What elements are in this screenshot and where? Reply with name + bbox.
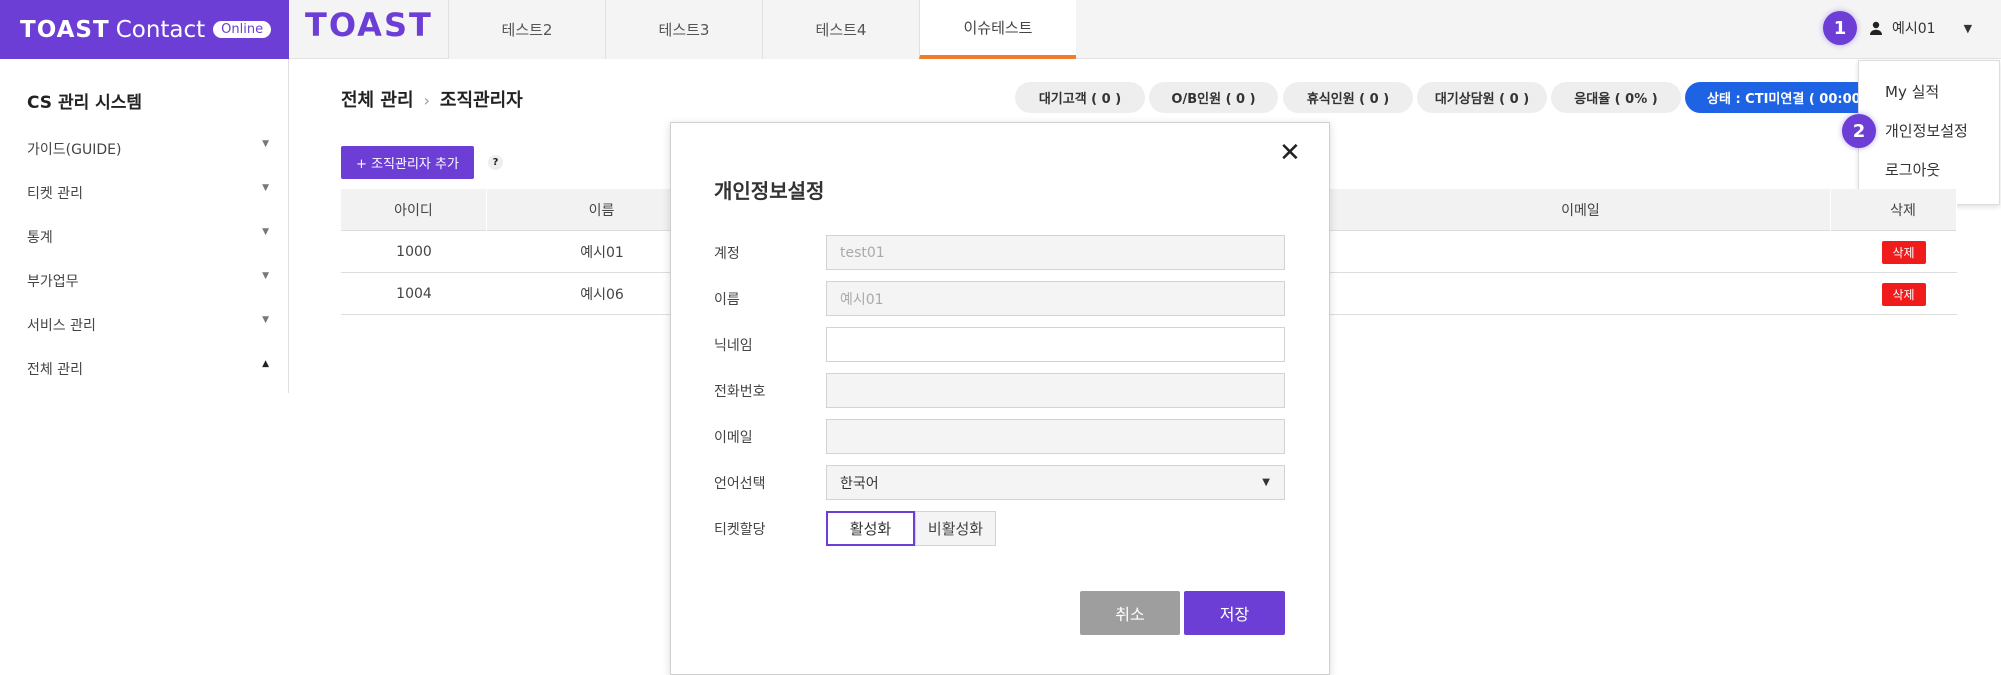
- sidebar-item-label: 부가업무: [27, 274, 79, 290]
- user-name: 예시01: [1892, 21, 1936, 37]
- sidebar-item-guide[interactable]: 가이드(GUIDE) ▼: [27, 139, 269, 159]
- column-header-email: 이메일: [1331, 189, 1831, 231]
- cell-id: 1000: [396, 244, 432, 260]
- secondary-logo: TOAST C: [305, 6, 447, 44]
- chevron-down-icon: ▼: [1262, 477, 1270, 488]
- add-org-admin-button[interactable]: + 조직관리자 추가: [341, 146, 474, 179]
- tab-test3[interactable]: 테스트3: [605, 0, 762, 59]
- chevron-down-icon: ▼: [262, 271, 269, 281]
- chevron-down-icon: ▼: [262, 139, 269, 149]
- pill-resting-staff: 휴식인원 ( 0 ): [1283, 82, 1413, 113]
- email-field[interactable]: [826, 419, 1285, 454]
- menu-item-logout[interactable]: 로그아웃: [1885, 159, 1940, 180]
- sidebar-item-label: 전체 관리: [27, 362, 83, 378]
- breadcrumb-parent[interactable]: 전체 관리: [341, 90, 414, 111]
- sidebar-title: CS 관리 시스템: [27, 93, 143, 113]
- account-field: test01: [826, 235, 1285, 270]
- nickname-field[interactable]: [826, 327, 1285, 362]
- tab-label: 테스트4: [815, 21, 867, 39]
- chevron-down-icon: ▼: [262, 183, 269, 193]
- label-email: 이메일: [714, 430, 753, 446]
- brand-logo-text: TOAST: [20, 16, 110, 43]
- pill-waiting-customers: 대기고객 ( 0 ): [1015, 82, 1145, 113]
- language-value: 한국어: [840, 475, 879, 492]
- personal-settings-dialog: 개인정보설정 ✕ 계정 test01 이름 예시01 닉네임 전화번호 이메일 …: [670, 122, 1330, 675]
- label-phone: 전화번호: [714, 384, 766, 400]
- user-dropdown-menu: My 실적 개인정보설정 로그아웃: [1858, 60, 2000, 205]
- label-account: 계정: [714, 246, 740, 262]
- sidebar-item-label: 통계: [27, 230, 53, 246]
- tab-test2[interactable]: 테스트2: [448, 0, 605, 59]
- menu-item-personal-settings[interactable]: 개인정보설정: [1885, 120, 1968, 141]
- step-marker-2: 2: [1842, 114, 1876, 148]
- sidebar-item-label: 가이드(GUIDE): [27, 142, 122, 158]
- online-badge: Online: [213, 21, 272, 38]
- chevron-down-icon: ▼: [262, 227, 269, 237]
- person-icon: [1870, 21, 1882, 35]
- chevron-down-icon: ▼: [262, 315, 269, 325]
- sidebar-item-admin[interactable]: 전체 관리 ▲: [27, 359, 269, 379]
- sidebar: CS 관리 시스템 가이드(GUIDE) ▼ 티켓 관리 ▼ 통계 ▼ 부가업무 ▼ 서…: [0, 59, 289, 393]
- label-language: 언어선택: [714, 476, 766, 492]
- column-header-delete: 삭제: [1850, 189, 1957, 231]
- cti-status-badge[interactable]: 상태 : CTI미연결 ( 00:00:00 ): [1685, 82, 1858, 113]
- column-header-id: 아이디: [341, 189, 487, 231]
- sidebar-item-extra-work[interactable]: 부가업무 ▼: [27, 271, 269, 291]
- phone-field[interactable]: [826, 373, 1285, 408]
- brand-product: Contact: [115, 16, 206, 43]
- label-ticket-assign: 티켓할당: [714, 522, 766, 538]
- sidebar-item-label: 티켓 관리: [27, 186, 83, 202]
- chevron-up-icon: ▲: [262, 359, 269, 369]
- close-icon[interactable]: ✕: [1279, 140, 1301, 166]
- tab-label: 이슈테스트: [963, 19, 1033, 37]
- tab-label: 테스트3: [658, 21, 710, 39]
- label-name: 이름: [714, 292, 740, 308]
- pill-waiting-agents: 대기상담원 ( 0 ): [1417, 82, 1547, 113]
- help-icon[interactable]: ?: [488, 155, 503, 170]
- delete-button[interactable]: 삭제: [1881, 240, 1926, 264]
- page-title: 조직관리자: [439, 90, 523, 111]
- ticket-disable-toggle[interactable]: 비활성화: [915, 511, 996, 546]
- top-bar: TOAST Contact Online TOAST C 테스트2 테스트3 테…: [0, 0, 2001, 59]
- cell-delete: 삭제: [1850, 231, 1957, 273]
- delete-button[interactable]: 삭제: [1881, 282, 1926, 306]
- cell-id: 1004: [396, 286, 432, 302]
- language-select[interactable]: 한국어 ▼: [826, 465, 1285, 500]
- sidebar-item-ticket[interactable]: 티켓 관리 ▼: [27, 183, 269, 203]
- label-nickname: 닉네임: [714, 338, 753, 354]
- brand-logo[interactable]: TOAST Contact Online: [0, 0, 289, 59]
- dialog-title: 개인정보설정: [714, 179, 825, 203]
- tab-label: 테스트2: [501, 21, 553, 39]
- name-field: 예시01: [826, 281, 1285, 316]
- breadcrumb-separator-icon: ›: [423, 91, 430, 110]
- cancel-button[interactable]: 취소: [1080, 591, 1180, 635]
- tab-test4[interactable]: 테스트4: [762, 0, 919, 59]
- breadcrumb: 전체 관리 › 조직관리자: [341, 86, 523, 112]
- user-menu-toggle[interactable]: 예시01 ▼: [1868, 16, 1972, 40]
- menu-item-my-performance[interactable]: My 실적: [1885, 81, 1939, 102]
- sidebar-item-label: 서비스 관리: [27, 318, 96, 334]
- ticket-enable-toggle[interactable]: 활성화: [826, 511, 915, 546]
- save-button[interactable]: 저장: [1184, 591, 1285, 635]
- pill-ob-staff: O/B인원 ( 0 ): [1149, 82, 1278, 113]
- sidebar-item-service[interactable]: 서비스 관리 ▼: [27, 315, 269, 335]
- chevron-down-icon: ▼: [1963, 21, 1973, 35]
- sidebar-item-stats[interactable]: 통계 ▼: [27, 227, 269, 247]
- cell-delete: 삭제: [1850, 273, 1957, 315]
- step-marker-1: 1: [1823, 11, 1857, 45]
- pill-response-rate: 응대율 ( 0% ): [1551, 82, 1681, 113]
- tab-issue-test[interactable]: 이슈테스트: [919, 0, 1076, 59]
